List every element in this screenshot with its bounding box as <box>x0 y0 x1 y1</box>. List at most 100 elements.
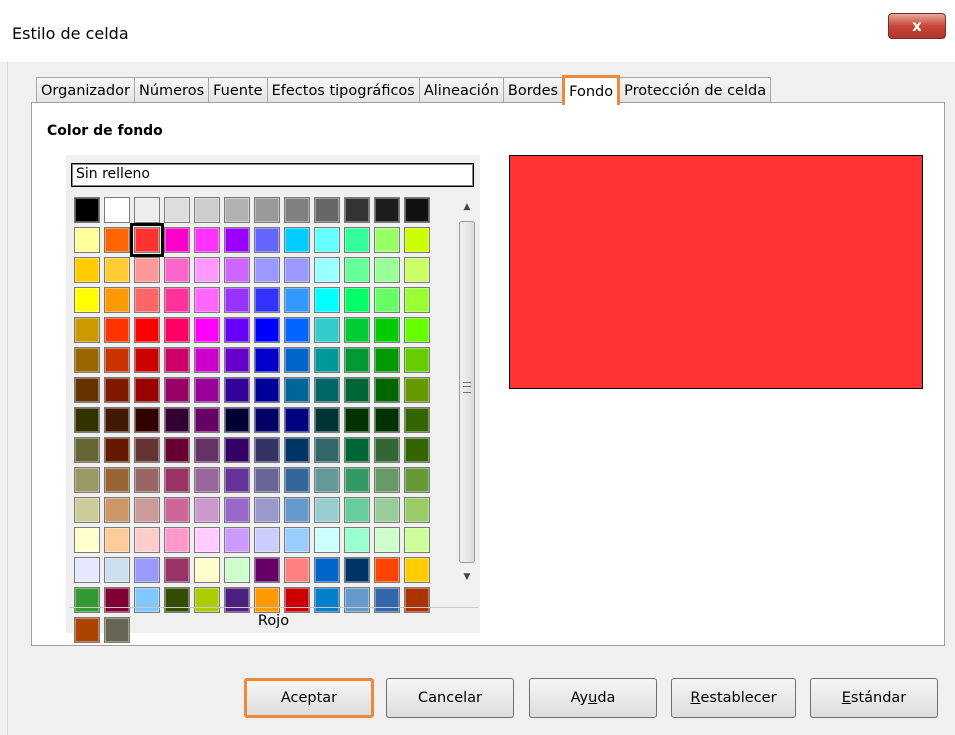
color-swatch[interactable] <box>344 347 370 373</box>
color-swatch[interactable] <box>194 257 220 283</box>
tab-fuente[interactable]: Fuente <box>208 77 268 103</box>
tab-fondo[interactable]: Fondo <box>562 75 621 105</box>
color-swatch[interactable] <box>224 407 250 433</box>
color-swatch[interactable] <box>374 557 400 583</box>
color-swatch[interactable] <box>74 557 100 583</box>
no-fill-option[interactable]: Sin relleno <box>71 163 474 187</box>
color-swatch[interactable] <box>314 227 340 253</box>
color-swatch[interactable] <box>344 197 370 223</box>
color-swatch[interactable] <box>314 347 340 373</box>
tab-efectos-tipograficos[interactable]: Efectos tipográficos <box>266 77 420 103</box>
color-swatch[interactable] <box>314 407 340 433</box>
color-swatch[interactable] <box>344 437 370 463</box>
close-button[interactable]: x <box>888 13 946 39</box>
color-swatch[interactable] <box>134 317 160 343</box>
color-swatch[interactable] <box>314 257 340 283</box>
tab-alineacion[interactable]: Alineación <box>418 77 504 103</box>
color-swatch[interactable] <box>194 287 220 313</box>
color-swatch[interactable] <box>194 497 220 523</box>
tab-bordes[interactable]: Bordes <box>502 77 564 103</box>
color-swatch[interactable] <box>314 287 340 313</box>
color-swatch[interactable] <box>344 467 370 493</box>
color-swatch[interactable] <box>194 347 220 373</box>
color-swatch[interactable] <box>284 557 310 583</box>
color-swatch[interactable] <box>104 497 130 523</box>
color-swatch[interactable] <box>164 437 190 463</box>
color-swatch[interactable] <box>254 227 280 253</box>
color-swatch[interactable] <box>404 197 430 223</box>
color-swatch[interactable] <box>254 497 280 523</box>
color-swatch[interactable] <box>254 257 280 283</box>
color-swatch[interactable] <box>254 437 280 463</box>
color-swatch[interactable] <box>314 527 340 553</box>
color-swatch[interactable] <box>344 407 370 433</box>
color-swatch[interactable] <box>404 557 430 583</box>
color-swatch[interactable] <box>344 497 370 523</box>
color-swatch[interactable] <box>314 317 340 343</box>
color-swatch[interactable] <box>164 317 190 343</box>
color-swatch[interactable] <box>314 557 340 583</box>
color-swatch[interactable] <box>224 227 250 253</box>
color-swatch[interactable] <box>374 527 400 553</box>
color-swatch[interactable] <box>74 497 100 523</box>
color-swatch[interactable] <box>284 197 310 223</box>
color-swatch[interactable] <box>374 407 400 433</box>
color-swatch[interactable] <box>224 287 250 313</box>
help-button[interactable]: Ay u da <box>529 678 657 718</box>
color-swatch[interactable] <box>344 317 370 343</box>
color-swatch[interactable] <box>344 227 370 253</box>
color-swatch[interactable] <box>254 377 280 403</box>
scroll-down-arrow-icon[interactable]: ▼ <box>456 567 478 587</box>
color-swatch[interactable] <box>164 467 190 493</box>
color-swatch[interactable] <box>74 377 100 403</box>
color-swatch[interactable] <box>254 527 280 553</box>
color-swatch[interactable] <box>134 287 160 313</box>
color-swatch[interactable] <box>194 407 220 433</box>
tab-numeros[interactable]: Números <box>133 77 210 103</box>
color-swatch[interactable] <box>224 317 250 343</box>
color-swatch[interactable] <box>254 287 280 313</box>
color-swatch[interactable] <box>284 407 310 433</box>
color-swatch[interactable] <box>404 377 430 403</box>
color-swatch[interactable] <box>194 437 220 463</box>
color-swatch[interactable] <box>284 287 310 313</box>
scroll-up-arrow-icon[interactable]: ▲ <box>456 197 478 217</box>
color-swatch[interactable] <box>374 257 400 283</box>
color-swatch[interactable] <box>284 347 310 373</box>
color-swatch[interactable] <box>164 257 190 283</box>
color-swatch[interactable] <box>74 197 100 223</box>
color-swatch[interactable] <box>404 467 430 493</box>
color-swatch[interactable] <box>134 557 160 583</box>
color-swatch[interactable] <box>194 227 220 253</box>
color-swatch[interactable] <box>374 347 400 373</box>
color-swatch[interactable] <box>134 437 160 463</box>
color-swatch[interactable] <box>254 347 280 373</box>
color-swatch[interactable] <box>134 257 160 283</box>
color-swatch[interactable] <box>374 317 400 343</box>
color-swatch[interactable] <box>224 497 250 523</box>
color-swatch[interactable] <box>284 317 310 343</box>
color-swatch[interactable] <box>404 347 430 373</box>
color-swatch[interactable] <box>224 377 250 403</box>
color-swatch[interactable] <box>254 197 280 223</box>
color-swatch[interactable] <box>374 437 400 463</box>
color-swatch[interactable] <box>104 197 130 223</box>
color-swatch[interactable] <box>404 317 430 343</box>
palette-scrollbar[interactable]: ▲ ▼ <box>456 197 478 587</box>
color-swatch[interactable] <box>224 437 250 463</box>
color-swatch[interactable] <box>224 197 250 223</box>
cancel-button[interactable]: Cancelar <box>386 678 514 718</box>
color-swatch[interactable] <box>284 377 310 403</box>
color-swatch[interactable] <box>374 377 400 403</box>
color-swatch[interactable] <box>74 347 100 373</box>
color-swatch[interactable] <box>194 467 220 493</box>
color-swatch[interactable] <box>404 437 430 463</box>
color-swatch[interactable] <box>224 557 250 583</box>
color-swatch[interactable] <box>374 497 400 523</box>
color-swatch[interactable] <box>404 497 430 523</box>
color-swatch[interactable] <box>104 347 130 373</box>
color-swatch[interactable] <box>404 257 430 283</box>
tab-proteccion-de-celda[interactable]: Protección de celda <box>619 77 772 103</box>
color-swatch[interactable] <box>134 377 160 403</box>
color-swatch[interactable] <box>314 467 340 493</box>
